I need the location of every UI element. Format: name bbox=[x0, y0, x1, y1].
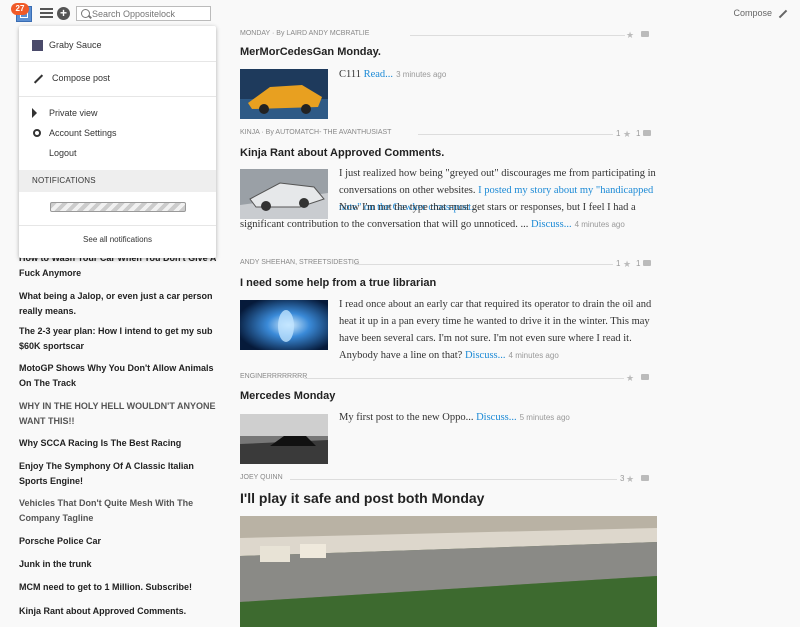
search-input[interactable] bbox=[92, 7, 208, 20]
like-count: 1 bbox=[616, 259, 621, 268]
reply-count: 1 bbox=[636, 129, 641, 138]
sidebar-post-link[interactable]: Vehicles That Don't Quite Mesh With The … bbox=[19, 496, 219, 526]
discuss-link[interactable]: Discuss... bbox=[465, 350, 506, 361]
post-byline[interactable]: MONDAY · By LAIRD ANDY MCBRATLIE bbox=[240, 30, 369, 37]
post-timestamp: 4 minutes ago bbox=[574, 220, 625, 229]
excerpt-text-continued: Now I'm not the type that must get stars… bbox=[240, 202, 636, 230]
post-title[interactable]: MerMorCedesGan Monday. bbox=[240, 46, 381, 58]
post-timestamp: 5 minutes ago bbox=[519, 413, 570, 422]
sidebar-post-link[interactable]: Why SCCA Racing Is The Best Racing bbox=[19, 436, 219, 451]
notifications-heading: NOTIFICATIONS bbox=[32, 176, 96, 185]
menu-item-label: Logout bbox=[49, 148, 77, 158]
post-excerpt: I just realized how being "greyed out" d… bbox=[240, 165, 660, 233]
search-box[interactable] bbox=[76, 6, 211, 21]
user-avatar-button[interactable]: 27 bbox=[11, 3, 32, 22]
pencil-icon bbox=[33, 74, 44, 84]
star-icon[interactable]: ★ bbox=[626, 30, 634, 41]
menu-item-label: Graby Sauce bbox=[49, 40, 102, 50]
post-meta: ENGINERRRRRRRR ★ bbox=[240, 373, 651, 383]
discuss-link[interactable]: Discuss... bbox=[476, 412, 517, 423]
divider bbox=[19, 96, 216, 97]
sidebar-post-link[interactable]: MCM need to get to 1 Million. Subscribe! bbox=[19, 580, 219, 595]
post-title[interactable]: Mercedes Monday bbox=[240, 390, 335, 402]
like-count: 1 bbox=[616, 129, 621, 138]
divider bbox=[19, 225, 216, 226]
sidebar-post-link[interactable]: What being a Jalop, or even just a car p… bbox=[19, 289, 219, 319]
post-byline[interactable]: ANDY SHEEHAN, STREETSIDESTIG bbox=[240, 259, 359, 266]
post-featured-image[interactable] bbox=[240, 516, 657, 627]
comment-icon[interactable] bbox=[643, 130, 651, 136]
post-meta: KINJA · By AUTOMATCH- THE AVANTHUSIAST 1… bbox=[240, 129, 651, 139]
comment-icon[interactable] bbox=[641, 374, 649, 380]
comment-icon[interactable] bbox=[643, 260, 651, 266]
menu-item-label: Compose post bbox=[52, 73, 111, 83]
notification-badge[interactable]: 27 bbox=[11, 3, 29, 15]
post-title[interactable]: I need some help from a true librarian bbox=[240, 277, 436, 289]
gear-icon bbox=[33, 129, 41, 137]
kinja-icon bbox=[32, 108, 37, 118]
notifications-loading-bar bbox=[50, 202, 186, 212]
sidebar-post-link[interactable]: WHY IN THE HOLY HELL WOULDN'T ANYONE WAN… bbox=[19, 399, 219, 429]
search-icon bbox=[81, 9, 90, 18]
read-more-link[interactable]: Read... bbox=[364, 69, 393, 80]
excerpt-text: I read once about an early car that requ… bbox=[339, 299, 652, 361]
top-bar: 27 + Compose bbox=[0, 0, 800, 28]
post-byline[interactable]: KINJA · By AUTOMATCH- THE AVANTHUSIAST bbox=[240, 129, 391, 136]
menu-item-label: Account Settings bbox=[49, 128, 117, 138]
like-count: 3 bbox=[620, 474, 625, 483]
star-icon[interactable]: ★ bbox=[623, 259, 631, 270]
sidebar-post-link[interactable]: Porsche Police Car bbox=[19, 534, 219, 549]
post-meta: JOEY QUINN 3 ★ bbox=[240, 474, 651, 484]
post-meta: ANDY SHEEHAN, STREETSIDESTIG 1 ★ 1 bbox=[240, 259, 651, 269]
post-title[interactable]: Kinja Rant about Approved Comments. bbox=[240, 147, 444, 159]
hamburger-menu-icon[interactable] bbox=[40, 8, 53, 19]
see-all-notifications-link[interactable]: See all notifications bbox=[19, 235, 216, 244]
sidebar-post-link[interactable]: The 2-3 year plan: How I intend to get m… bbox=[19, 324, 219, 354]
post-byline[interactable]: JOEY QUINN bbox=[240, 474, 283, 481]
compose-button[interactable]: Compose bbox=[733, 8, 788, 18]
sidebar-post-link[interactable]: Kinja Rant about Approved Comments. bbox=[19, 604, 219, 619]
comment-icon[interactable] bbox=[641, 475, 649, 481]
pencil-icon bbox=[778, 9, 788, 18]
sidebar-post-link[interactable]: MotoGP Shows Why You Don't Allow Animals… bbox=[19, 361, 219, 391]
post-byline[interactable]: ENGINERRRRRRRR bbox=[240, 373, 307, 380]
post-excerpt: I read once about an early car that requ… bbox=[240, 296, 660, 364]
post-timestamp: 3 minutes ago bbox=[396, 70, 447, 79]
discuss-link[interactable]: Discuss... bbox=[531, 219, 572, 230]
user-dropdown-menu: Graby Sauce Compose post Private view Ac… bbox=[19, 26, 216, 258]
reply-count: 1 bbox=[636, 259, 641, 268]
post-thumbnail[interactable] bbox=[240, 69, 328, 119]
post-timestamp: 4 minutes ago bbox=[508, 351, 559, 360]
star-icon[interactable]: ★ bbox=[626, 373, 634, 384]
sidebar-post-link[interactable]: Junk in the trunk bbox=[19, 557, 219, 572]
sidebar-post-link[interactable]: Enjoy The Symphony Of A Classic Italian … bbox=[19, 459, 219, 489]
post-title[interactable]: I'll play it safe and post both Monday bbox=[240, 490, 484, 506]
star-icon[interactable]: ★ bbox=[623, 129, 631, 140]
post-excerpt: C111 Read... 3 minutes ago bbox=[339, 69, 447, 80]
post-excerpt: My first post to the new Oppo... Discuss… bbox=[339, 412, 570, 423]
blog-avatar bbox=[32, 40, 43, 51]
post-thumbnail[interactable] bbox=[240, 414, 328, 464]
compose-label: Compose bbox=[733, 8, 772, 18]
add-icon[interactable]: + bbox=[57, 7, 70, 20]
star-icon[interactable]: ★ bbox=[626, 474, 634, 485]
comment-icon[interactable] bbox=[641, 31, 649, 37]
notifications-header: NOTIFICATIONS bbox=[19, 170, 216, 192]
post-meta: MONDAY · By LAIRD ANDY MCBRATLIE ★ bbox=[240, 30, 651, 40]
divider bbox=[19, 61, 216, 62]
menu-item-label: Private view bbox=[49, 108, 98, 118]
